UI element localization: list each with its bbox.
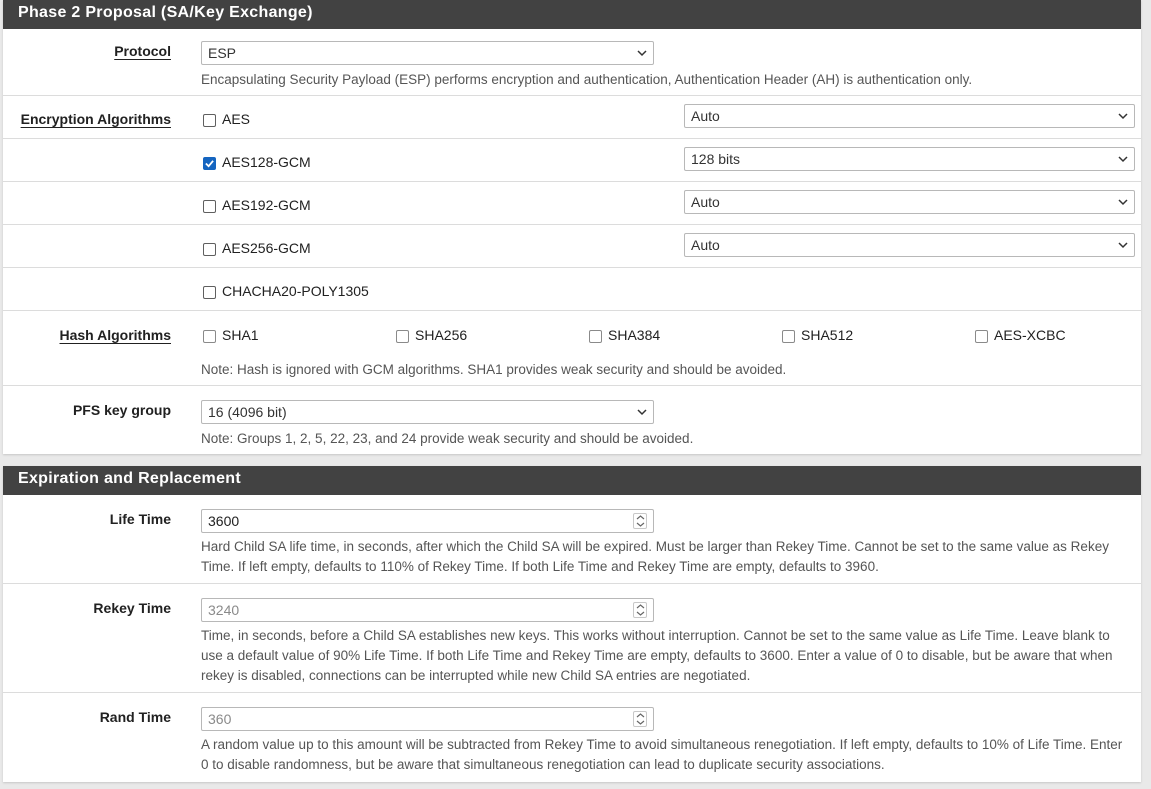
randtime-label: Rand Time [99, 709, 171, 725]
rekeytime-input[interactable]: 3240 [201, 598, 654, 622]
phase2-heading: Phase 2 Proposal (SA/Key Exchange) [3, 0, 1141, 29]
encryption-row-aes128gcm: AES128-GCM 128 bits [3, 139, 1141, 182]
keylen-select-aes[interactable]: Auto [684, 104, 1135, 128]
spinner-arrows-icon [636, 604, 645, 616]
rekeytime-label: Rekey Time [93, 600, 171, 616]
checkbox-sha384[interactable] [589, 330, 602, 343]
checkbox-chacha20-poly1305[interactable] [203, 286, 216, 299]
randtime-placeholder: 360 [208, 711, 232, 727]
rekeytime-placeholder: 3240 [208, 602, 240, 618]
pfs-select[interactable]: 16 (4096 bit) [201, 400, 654, 424]
encryption-row-aes256gcm: AES256-GCM Auto [3, 225, 1141, 268]
pfs-help: Note: Groups 1, 2, 5, 22, 23, and 24 pro… [201, 431, 694, 446]
rekeytime-help: Time, in seconds, before a Child SA esta… [201, 628, 1113, 683]
checkbox-label-aes-xcbc: AES-XCBC [994, 327, 1066, 343]
rekeytime-spinner[interactable] [633, 602, 647, 618]
keylen-select-aes128-gcm[interactable]: 128 bits [684, 147, 1135, 171]
checkbox-aes192-gcm[interactable] [203, 200, 216, 213]
checkbox-label-sha512: SHA512 [801, 327, 854, 343]
pfs-label: PFS key group [72, 402, 171, 418]
phase2-panel: Phase 2 Proposal (SA/Key Exchange) Proto… [3, 0, 1141, 454]
checkbox-sha256[interactable] [396, 330, 409, 343]
checkbox-aes-xcbc[interactable] [975, 330, 988, 343]
randtime-spinner[interactable] [633, 711, 647, 727]
encryption-label: Encryption Algorithms [20, 111, 171, 127]
checkbox-label-aes128-gcm: AES128-GCM [222, 154, 311, 170]
lifetime-label: Life Time [109, 511, 171, 527]
protocol-value: ESP [208, 45, 237, 61]
randtime-help: A random value up to this amount will be… [201, 737, 1123, 772]
checkbox-label-sha1: SHA1 [222, 327, 259, 343]
hash-help: Note: Hash is ignored with GCM algorithm… [201, 362, 787, 377]
keylen-value-aes256-gcm: Auto [691, 237, 720, 253]
checkbox-label-aes192-gcm: AES192-GCM [222, 197, 311, 213]
chevron-down-icon [637, 50, 647, 57]
checkbox-label-chacha20-poly1305: CHACHA20-POLY1305 [222, 283, 369, 299]
protocol-help: Encapsulating Security Payload (ESP) per… [201, 72, 973, 87]
keylen-select-aes256-gcm[interactable]: Auto [684, 233, 1135, 257]
checkbox-label-aes: AES [222, 111, 251, 127]
chevron-down-icon [1118, 156, 1128, 163]
rekeytime-row: Rekey Time 3240 Time, in seconds, before… [3, 584, 1141, 693]
pfs-value: 16 (4096 bit) [208, 404, 287, 420]
hash-row: Hash Algorithms SHA1 SHA256 SHA384 SHA51… [3, 311, 1141, 386]
chevron-down-icon [637, 409, 647, 416]
lifetime-input[interactable]: 3600 [201, 509, 654, 533]
checkbox-sha1[interactable] [203, 330, 216, 343]
protocol-label: Protocol [114, 43, 171, 59]
lifetime-value: 3600 [208, 513, 240, 529]
chevron-down-icon [1118, 199, 1128, 206]
checkbox-aes256-gcm[interactable] [203, 243, 216, 256]
randtime-row: Rand Time 360 A random value up to this … [3, 693, 1141, 782]
keylen-value-aes: Auto [691, 108, 720, 124]
protocol-row: Protocol ESP Encapsulating Security Payl… [3, 29, 1141, 96]
expiration-heading: Expiration and Replacement [3, 466, 1141, 495]
chevron-down-icon [1118, 242, 1128, 249]
keylen-select-aes192-gcm[interactable]: Auto [684, 190, 1135, 214]
randtime-input[interactable]: 360 [201, 707, 654, 731]
checkmark-icon [205, 160, 214, 168]
checkbox-sha512[interactable] [782, 330, 795, 343]
checkbox-label-aes256-gcm: AES256-GCM [222, 240, 311, 256]
spinner-arrows-icon [636, 713, 645, 725]
checkbox-label-sha256: SHA256 [415, 327, 468, 343]
lifetime-spinner[interactable] [633, 513, 647, 529]
chevron-down-icon [1118, 113, 1128, 120]
checkbox-label-sha384: SHA384 [608, 327, 661, 343]
encryption-row-aes192gcm: AES192-GCM Auto [3, 182, 1141, 225]
checkbox-aes[interactable] [203, 114, 216, 127]
protocol-select[interactable]: ESP [201, 41, 654, 65]
checkbox-aes128-gcm[interactable] [203, 157, 216, 170]
keylen-value-aes128-gcm: 128 bits [691, 151, 741, 167]
lifetime-help: Hard Child SA life time, in seconds, aft… [201, 539, 1109, 574]
encryption-row-chacha20: CHACHA20-POLY1305 [3, 268, 1141, 311]
pfs-row: PFS key group 16 (4096 bit) Note: Groups… [3, 386, 1141, 454]
expiration-panel: Expiration and Replacement Life Time 360… [3, 466, 1141, 782]
keylen-value-aes192-gcm: Auto [691, 194, 720, 210]
encryption-row-aes: Encryption Algorithms AES Auto [3, 96, 1141, 139]
spinner-arrows-icon [636, 515, 645, 527]
lifetime-row: Life Time 3600 Hard Child SA life time, … [3, 495, 1141, 584]
hash-label: Hash Algorithms [59, 327, 172, 343]
